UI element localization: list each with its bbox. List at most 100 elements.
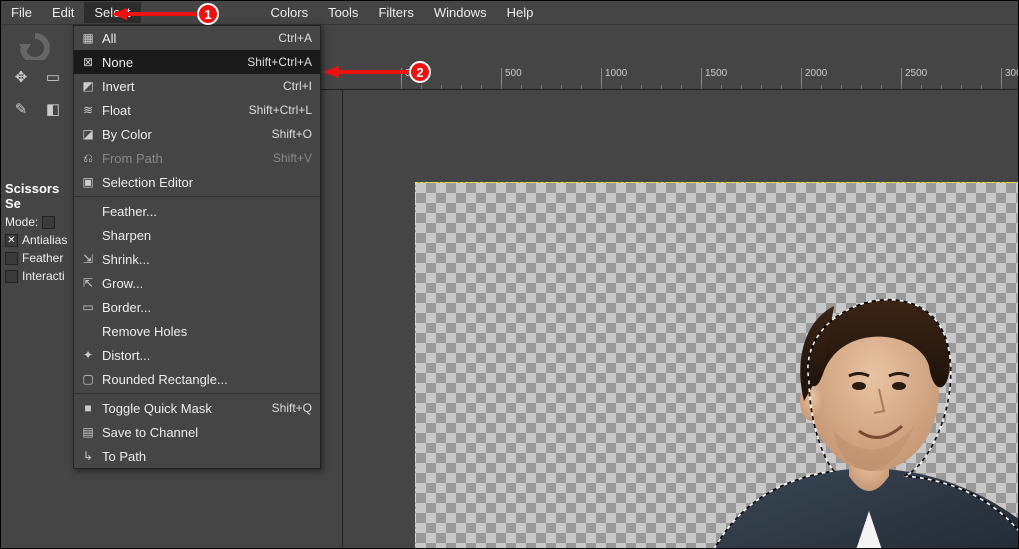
menuitem-shortcut: Shift+O xyxy=(272,127,312,141)
menuitem-label: Sharpen xyxy=(102,228,312,243)
menuitem-label: By Color xyxy=(102,127,272,142)
menuitem-shortcut: Shift+V xyxy=(273,151,312,165)
brush-tool[interactable]: ✎ xyxy=(7,95,35,123)
select-all-icon: ▦ xyxy=(78,30,98,46)
feather-row[interactable]: Feather xyxy=(5,249,73,267)
by-color-icon: ◪ xyxy=(78,126,98,142)
menuitem-shortcut: Shift+Ctrl+L xyxy=(249,103,312,117)
antialias-row[interactable]: Antialias xyxy=(5,231,73,249)
menuitem-label: Float xyxy=(102,103,249,118)
menuitem-selection-editor[interactable]: ▣ Selection Editor xyxy=(74,170,320,194)
menuitem-shortcut: Ctrl+A xyxy=(278,31,312,45)
tool-options-title: Scissors Se xyxy=(5,179,73,213)
callout-2: 2 xyxy=(409,61,431,83)
menu-help[interactable]: Help xyxy=(497,2,544,23)
menuitem-label: Invert xyxy=(102,79,283,94)
grow-icon: ⇱ xyxy=(78,275,98,291)
antialias-label: Antialias xyxy=(22,233,67,247)
menuitem-shortcut: Shift+Q xyxy=(272,401,312,415)
menuitem-label: Distort... xyxy=(102,348,312,363)
menuitem-label: Grow... xyxy=(102,276,312,291)
interactive-label: Interacti xyxy=(22,269,65,283)
ruler-tick: 1500 xyxy=(701,68,727,90)
menuitem-all[interactable]: ▦ AllCtrl+A xyxy=(74,26,320,50)
mode-label: Mode: xyxy=(5,215,38,229)
select-invert-icon: ◩ xyxy=(78,78,98,94)
menu-tools[interactable]: Tools xyxy=(318,2,368,23)
menu-windows[interactable]: Windows xyxy=(424,2,497,23)
menuitem-label: Rounded Rectangle... xyxy=(102,372,312,387)
menu-file[interactable]: File xyxy=(1,2,42,23)
menuitem-toggle-quick-mask[interactable]: ■Toggle Quick MaskShift+Q xyxy=(74,396,320,420)
menuitem-label: Save to Channel xyxy=(102,425,312,440)
menuitem-label: Selection Editor xyxy=(102,175,312,190)
callout-2-arrow xyxy=(323,63,411,81)
undo-icon xyxy=(15,30,55,60)
menuitem-distort[interactable]: ✦ Distort... xyxy=(74,343,320,367)
from-path-icon: ⎌ xyxy=(78,150,98,166)
interactive-checkbox[interactable] xyxy=(5,270,18,283)
menuitem-remove-holes[interactable]: Remove Holes xyxy=(74,319,320,343)
menuitem-to-path[interactable]: ↳ To Path xyxy=(74,444,320,468)
callout-1: 1 xyxy=(197,3,219,25)
border-icon: ▭ xyxy=(78,299,98,315)
menuitem-border[interactable]: ▭ Border... xyxy=(74,295,320,319)
mode-row: Mode: xyxy=(5,213,73,231)
menuitem-by-color[interactable]: ◪ By ColorShift+O xyxy=(74,122,320,146)
blank-icon xyxy=(78,323,98,339)
menuitem-none[interactable]: ⊠NoneShift+Ctrl+A xyxy=(74,50,320,74)
ruler-tick: 500 xyxy=(501,68,522,90)
select-none-icon: ⊠ xyxy=(78,54,98,70)
canvas-viewport[interactable] xyxy=(343,90,1018,548)
interactive-row[interactable]: Interacti xyxy=(5,267,73,285)
tool-options: Scissors Se Mode: Antialias Feather Inte… xyxy=(5,179,73,285)
menuitem-label: Shrink... xyxy=(102,252,312,267)
menuitem-label: All xyxy=(102,31,278,46)
menuitem-label: Feather... xyxy=(102,204,312,219)
menuitem-shortcut: Ctrl+I xyxy=(283,79,312,93)
float-icon: ≋ xyxy=(78,102,98,118)
toolbox: ✥ ▭ ✎ ◧ xyxy=(5,61,73,125)
menuitem-save-to-channel[interactable]: ▤ Save to Channel xyxy=(74,420,320,444)
menuitem-sharpen[interactable]: Sharpen xyxy=(74,223,320,247)
menuitem-shrink[interactable]: ⇲ Shrink... xyxy=(74,247,320,271)
subject-image xyxy=(674,271,1018,548)
menuitem-label: Border... xyxy=(102,300,312,315)
save-channel-icon: ▤ xyxy=(78,424,98,440)
to-path-icon: ↳ xyxy=(78,448,98,464)
menuitem-label: To Path xyxy=(102,449,312,464)
menuitem-label: Remove Holes xyxy=(102,324,312,339)
history-bar xyxy=(1,25,73,65)
feather-checkbox[interactable] xyxy=(5,252,18,265)
antialias-checkbox[interactable] xyxy=(5,234,18,247)
image-canvas[interactable] xyxy=(415,182,1018,548)
ruler-tick: 2000 xyxy=(801,68,827,90)
blank-icon xyxy=(78,203,98,219)
menuitem-feather[interactable]: Feather... xyxy=(74,199,320,223)
rect-select-tool[interactable]: ▭ xyxy=(39,63,67,91)
menuitem-invert[interactable]: ◩ InvertCtrl+I xyxy=(74,74,320,98)
menu-filters[interactable]: Filters xyxy=(368,2,423,23)
vertical-ruler xyxy=(321,90,343,548)
select-menu-dropdown: ▦ AllCtrl+A ⊠NoneShift+Ctrl+A ◩ InvertCtrl+I… xyxy=(73,25,321,469)
shrink-icon: ⇲ xyxy=(78,251,98,267)
ruler-tick: 3000 xyxy=(1001,68,1018,90)
ruler-tick: 1000 xyxy=(601,68,627,90)
blank-icon xyxy=(78,227,98,243)
mode-replace-icon[interactable] xyxy=(42,216,55,229)
eraser-tool[interactable]: ◧ xyxy=(39,95,67,123)
move-tool[interactable]: ✥ xyxy=(7,63,35,91)
menuitem-rounded-rectangle[interactable]: ▢Rounded Rectangle... xyxy=(74,367,320,391)
selection-editor-icon: ▣ xyxy=(78,174,98,190)
menuitem-float[interactable]: ≋ FloatShift+Ctrl+L xyxy=(74,98,320,122)
menu-colors[interactable]: Colors xyxy=(261,2,319,23)
menuitem-label: From Path xyxy=(102,151,273,166)
quick-mask-icon: ■ xyxy=(78,400,98,416)
callout-1-arrow xyxy=(111,5,199,23)
ruler-tick: 2500 xyxy=(901,68,927,90)
distort-icon: ✦ xyxy=(78,347,98,363)
menuitem-grow[interactable]: ⇱ Grow... xyxy=(74,271,320,295)
menu-edit[interactable]: Edit xyxy=(42,2,84,23)
feather-label: Feather xyxy=(22,251,63,265)
menuitem-from-path: ⎌ From PathShift+V xyxy=(74,146,320,170)
